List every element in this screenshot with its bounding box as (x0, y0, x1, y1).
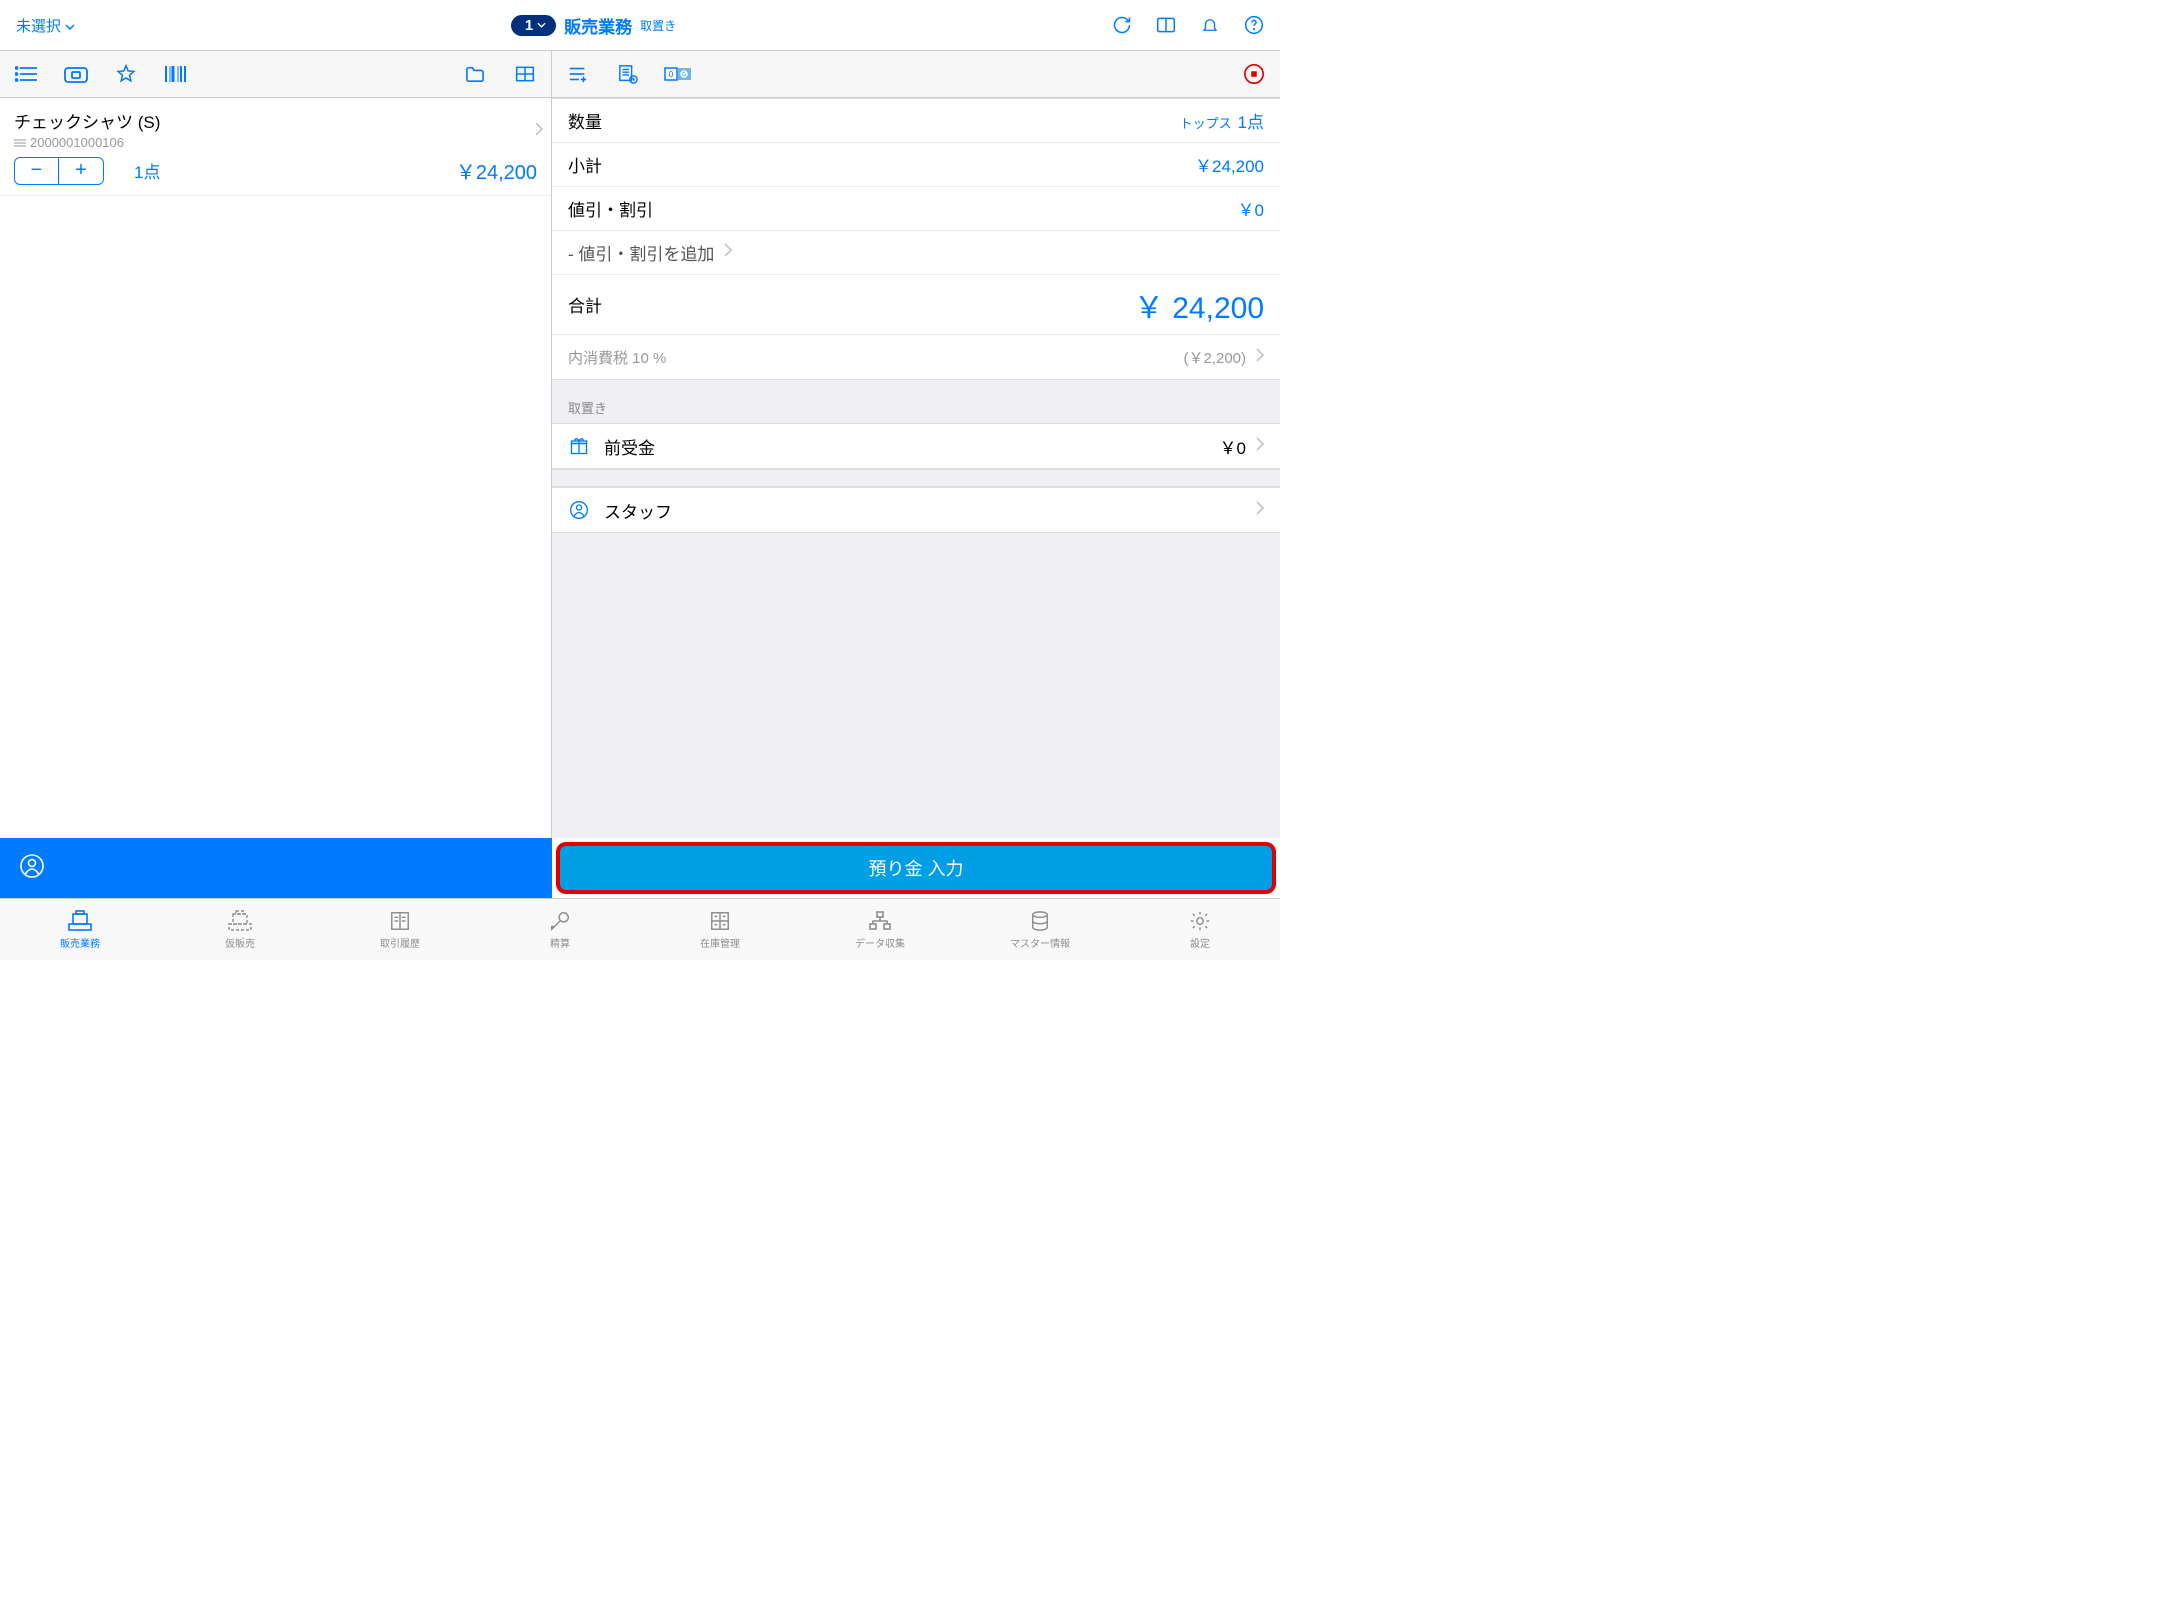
chevron-right-icon (724, 243, 732, 262)
main-split: チェックシャツ (S) 2000001000106 − + 1点 ￥24,200… (0, 98, 1280, 838)
summary-subtotal-row: 小計 ￥24,200 (552, 143, 1280, 187)
app-header: 未選択 1 販売業務 取置き (0, 0, 1280, 50)
customer-bar[interactable] (0, 838, 552, 898)
tab-bar: 販売業務 仮販売 取引履歴 精算 在庫管理 データ収集 マスター情報 設定 (0, 898, 1280, 960)
gear-icon (1186, 909, 1214, 933)
svg-text:0: 0 (669, 70, 674, 79)
chevron-right-icon (1256, 437, 1264, 456)
mode-subtitle: 取置き (640, 17, 676, 34)
cart-pane: チェックシャツ (S) 2000001000106 − + 1点 ￥24,200 (0, 98, 552, 838)
database-icon (1026, 909, 1054, 933)
tab-inventory[interactable]: 在庫管理 (640, 899, 800, 960)
qty-label: 数量 (568, 108, 602, 133)
bell-icon[interactable] (1200, 15, 1220, 35)
minus-button[interactable]: − (15, 158, 59, 184)
grid-icon[interactable] (511, 62, 539, 86)
folder-icon[interactable] (461, 62, 489, 86)
person-icon (568, 500, 590, 520)
tab-datacollect[interactable]: データ収集 (800, 899, 960, 960)
summary-total-row: 合計 ￥ 24,200 (552, 275, 1280, 335)
barcode-icon[interactable] (162, 62, 190, 86)
deposit-row[interactable]: 前受金 ￥0 (552, 424, 1280, 468)
user-icon (20, 854, 44, 883)
camera-icon[interactable] (62, 62, 90, 86)
mode-badge[interactable]: 1 (511, 15, 556, 36)
chevron-right-icon (535, 122, 543, 141)
gift-icon (568, 436, 590, 456)
footer-action-bar: 預り金 入力 (0, 838, 1280, 898)
receipt-history-icon[interactable] (614, 62, 642, 86)
tab-provisional[interactable]: 仮販売 (160, 899, 320, 960)
toolbar: 0 (0, 50, 1280, 98)
drawers-icon (706, 909, 734, 933)
book-icon (386, 909, 414, 933)
tab-history[interactable]: 取引履歴 (320, 899, 480, 960)
help-icon[interactable] (1244, 15, 1264, 35)
cart-qty: 1点 (134, 158, 160, 183)
layaway-header: 取置き (552, 380, 1280, 423)
customer-select-label: 未選択 (16, 15, 61, 36)
register-dash-icon (226, 909, 254, 933)
staff-row[interactable]: スタッフ (552, 488, 1280, 532)
summary-discount-row: 値引・割引 ￥0 (552, 187, 1280, 231)
chevron-down-icon (65, 17, 75, 34)
summary-tax-row[interactable]: 内消費税 10 % (￥2,200) (552, 335, 1280, 379)
chevron-right-icon (1256, 348, 1264, 367)
key-icon (546, 909, 574, 933)
cart-item[interactable]: チェックシャツ (S) 2000001000106 − + 1点 ￥24,200 (0, 98, 551, 196)
cart-item-sku: 2000001000106 (14, 135, 537, 150)
list-icon[interactable] (12, 62, 40, 86)
split-view-icon[interactable] (1156, 15, 1176, 35)
sync-icon[interactable] (1112, 15, 1132, 35)
tab-master[interactable]: マスター情報 (960, 899, 1120, 960)
cart-price: ￥24,200 (456, 156, 537, 185)
add-discount-row[interactable]: - 値引・割引を追加 (552, 231, 1280, 275)
cart-item-name: チェックシャツ (S) (14, 108, 537, 133)
plus-button[interactable]: + (59, 158, 103, 184)
summary-quantity-row[interactable]: 数量 トップス 1点 (552, 99, 1280, 143)
star-icon[interactable] (112, 62, 140, 86)
hierarchy-icon (866, 909, 894, 933)
mode-badge-count: 1 (525, 17, 533, 34)
tab-sales[interactable]: 販売業務 (0, 899, 160, 960)
quantity-stepper[interactable]: − + (14, 157, 104, 185)
tab-settlement[interactable]: 精算 (480, 899, 640, 960)
payment-mode-icon[interactable]: 0 (664, 62, 692, 86)
summary-pane: 数量 トップス 1点 小計 ￥24,200 値引・割引 ￥0 - 値引・割引を追… (552, 98, 1280, 838)
tab-settings[interactable]: 設定 (1120, 899, 1280, 960)
record-stop-icon[interactable] (1240, 62, 1268, 86)
customer-select[interactable]: 未選択 (16, 15, 75, 36)
chevron-right-icon (1256, 501, 1264, 520)
mode-title: 販売業務 (564, 13, 632, 38)
register-icon (66, 909, 94, 933)
payment-button[interactable]: 預り金 入力 (556, 842, 1276, 894)
add-list-icon[interactable] (564, 62, 592, 86)
